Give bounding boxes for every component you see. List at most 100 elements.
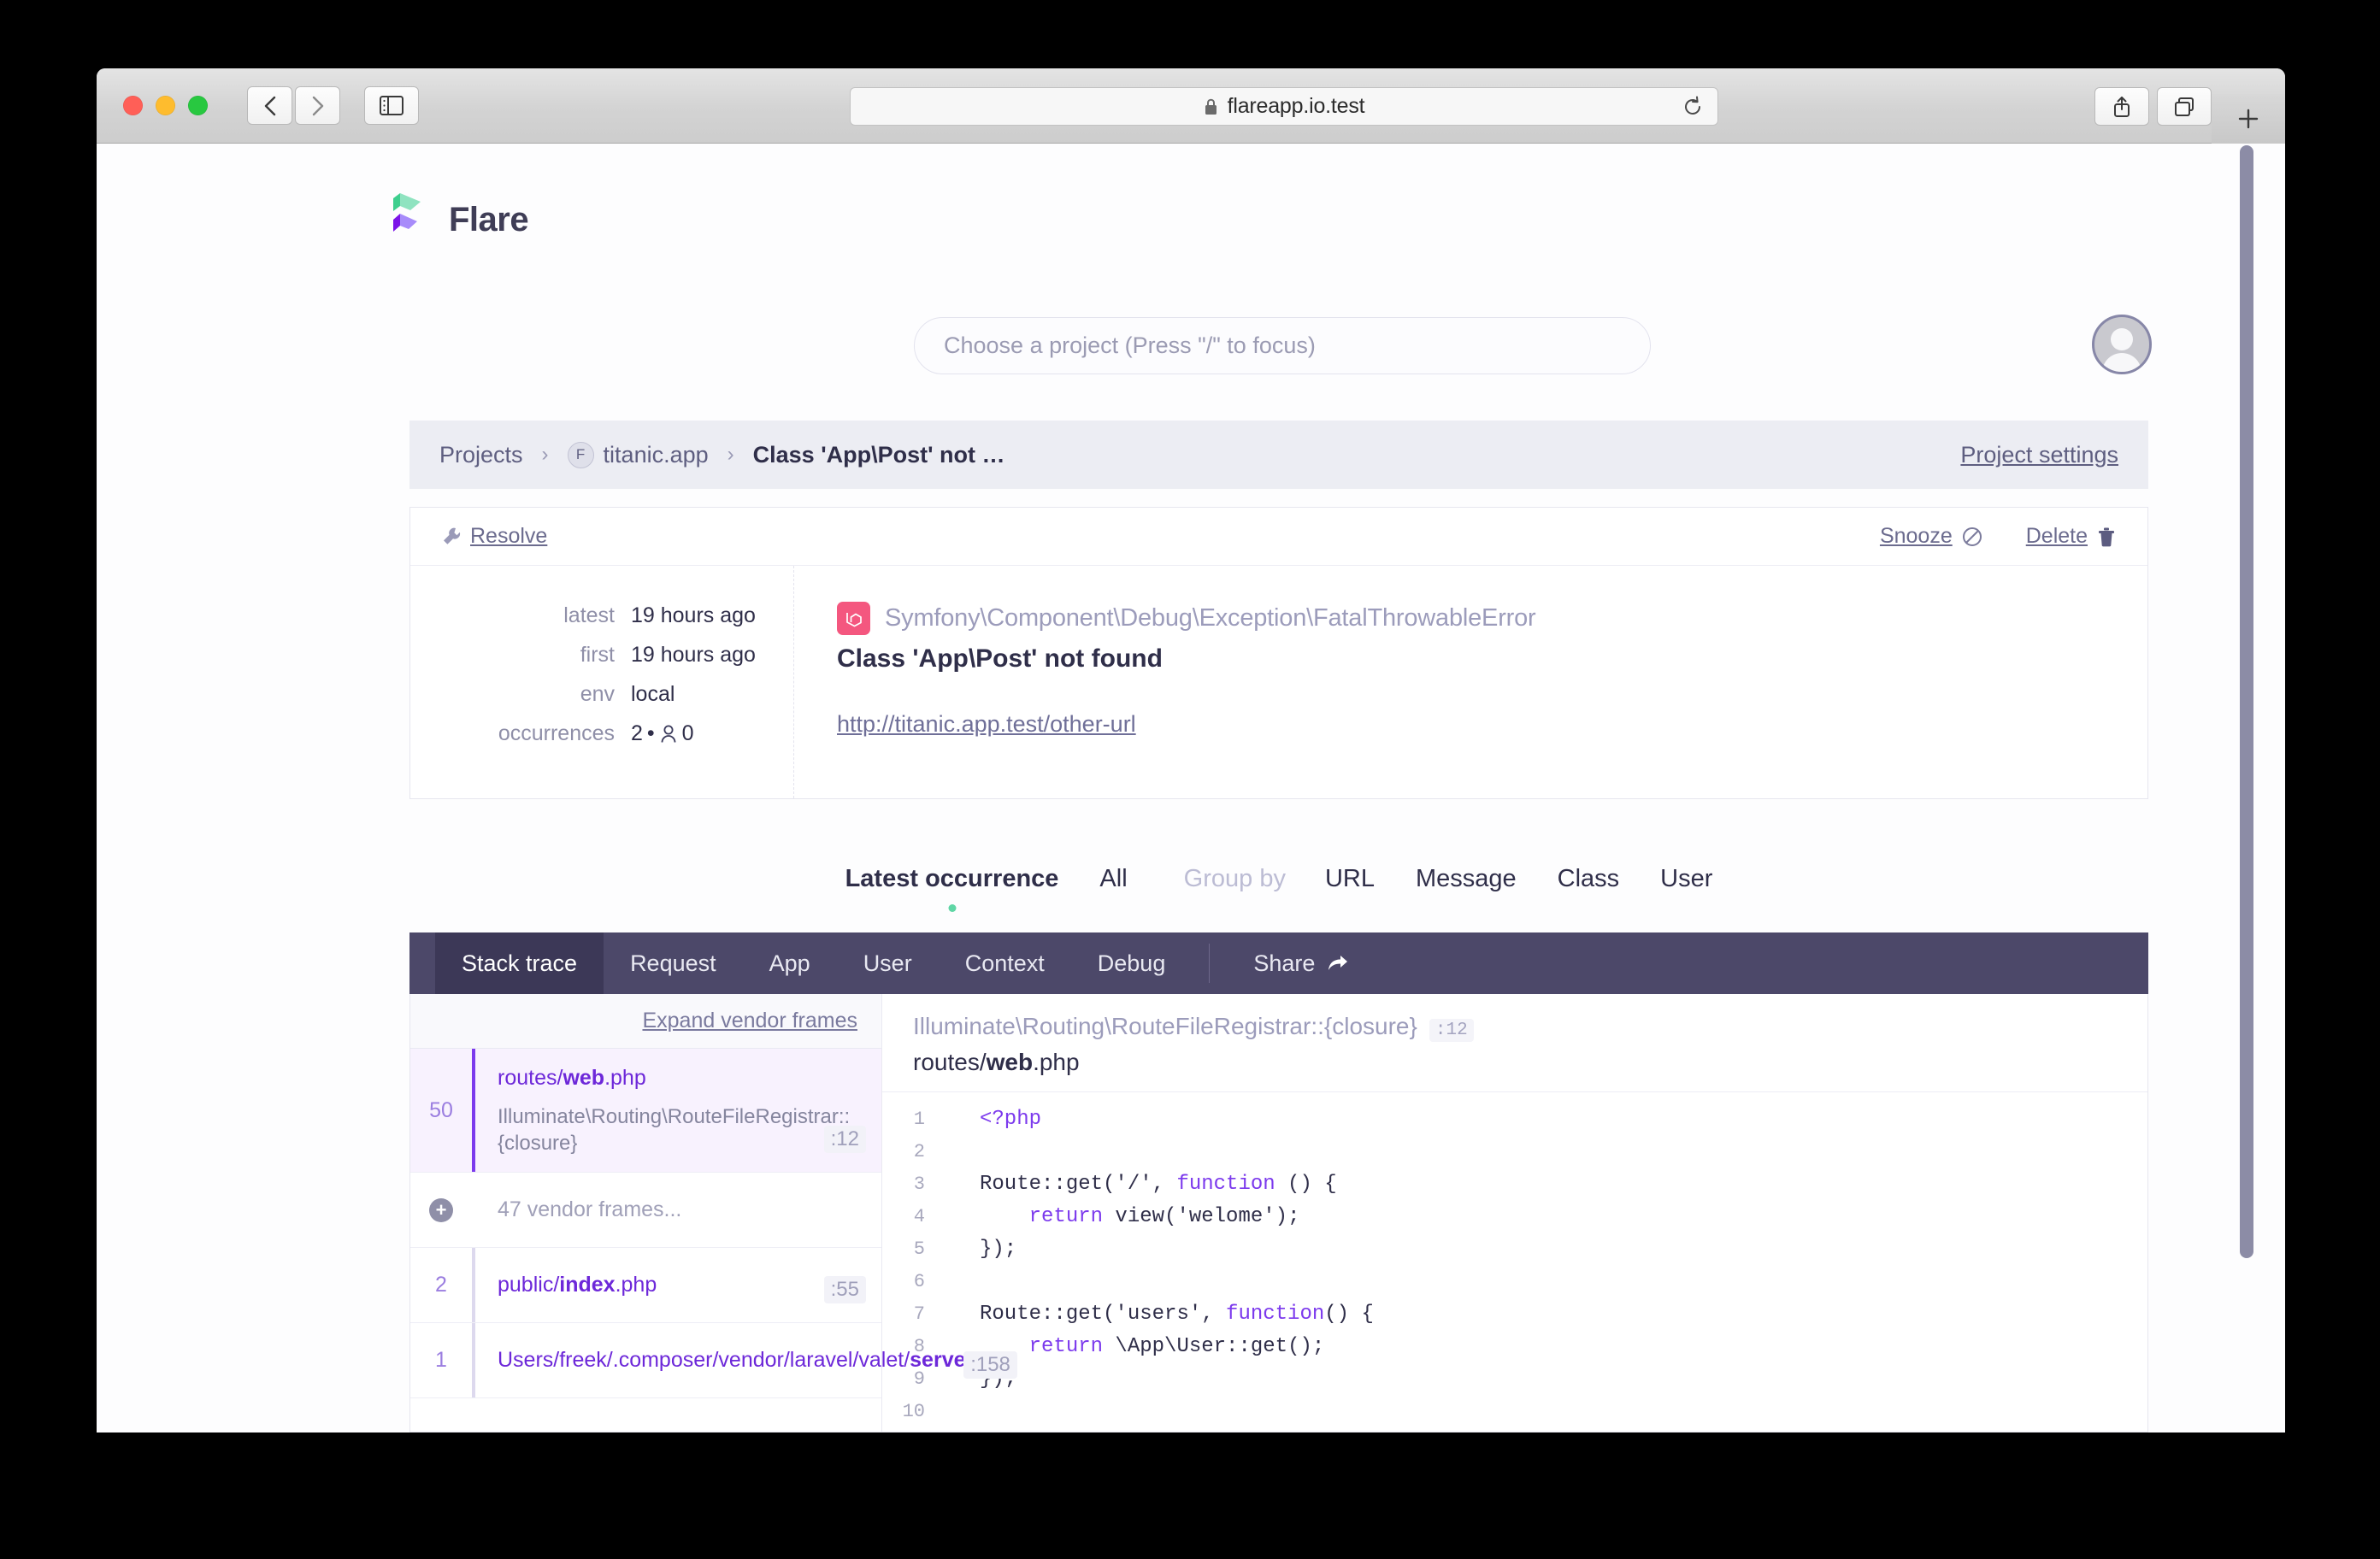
url-text: flareapp.io.test	[1227, 94, 1365, 118]
flare-logo[interactable]: Flare	[388, 193, 529, 246]
delete-button[interactable]: Delete	[2026, 524, 2117, 549]
address-bar[interactable]: flareapp.io.test	[850, 87, 1718, 126]
frame-number: 2	[435, 1273, 447, 1297]
exception-url[interactable]: http://titanic.app.test/other-url	[837, 711, 1136, 738]
back-button[interactable]	[247, 86, 292, 125]
tab-stack-trace[interactable]: Stack trace	[435, 932, 604, 994]
frame-file-name: web	[563, 1066, 605, 1090]
page-scrollbar[interactable]	[2234, 144, 2259, 1433]
lock-icon	[1205, 98, 1217, 115]
filter-latest-occurrence[interactable]: Latest occurrence	[825, 865, 1080, 912]
code-line-number: 10	[902, 1400, 925, 1422]
avatar[interactable]	[2092, 315, 2152, 374]
sidebar-toggle-icon	[380, 96, 404, 115]
error-actions-right: Snooze Delete	[1880, 524, 2117, 549]
exception-class-row: Symfony\Component\Debug\Exception\FatalT…	[837, 602, 2147, 635]
code-keyword: function	[1226, 1302, 1325, 1326]
tab-debug[interactable]: Debug	[1071, 932, 1193, 994]
frame-file-prefix: public/	[498, 1273, 560, 1297]
error-detail: Symfony\Component\Debug\Exception\FatalT…	[794, 566, 2147, 798]
frame-file-prefix: routes/	[498, 1066, 563, 1090]
vendor-frames-row[interactable]: + 47 vendor frames...	[410, 1173, 881, 1249]
vendor-frames-label: 47 vendor frames...	[498, 1197, 682, 1222]
code-line-number: 3	[913, 1173, 925, 1195]
ban-icon	[1962, 527, 1982, 546]
error-meta: latest 19 hours ago first 19 hours ago e…	[410, 566, 794, 798]
flare-logo-text: Flare	[449, 200, 529, 238]
page-viewport: Flare Projects › F titanic.app › Class '…	[97, 144, 2285, 1433]
browser-titlebar: flareapp.io.test	[97, 68, 2285, 144]
exception-class[interactable]: Symfony\Component\Debug\Exception\FatalT…	[885, 604, 1536, 632]
minimize-window-button[interactable]	[156, 96, 175, 115]
code-line-text: Route::get('users', function() {	[980, 1302, 1374, 1326]
tab-app[interactable]: App	[743, 932, 837, 994]
detail-tabs: Stack trace Request App User Context Deb…	[409, 932, 2148, 994]
frame-row[interactable]: 50 routes/web.php Illuminate\Routing\Rou…	[410, 1049, 881, 1174]
code-panel-header: Illuminate\Routing\RouteFileRegistrar::{…	[882, 994, 2147, 1092]
close-window-button[interactable]	[123, 96, 143, 115]
occurrences-label: occurrences	[498, 721, 615, 745]
frame-row[interactable]: 2 public/index.php :55	[410, 1248, 881, 1324]
frame-line-number: :158	[963, 1351, 1017, 1380]
share-tab[interactable]: Share	[1227, 932, 1376, 994]
forward-button[interactable]	[295, 86, 340, 125]
resolve-label: Resolve	[470, 524, 548, 548]
tab-request[interactable]: Request	[604, 932, 743, 994]
window-controls	[123, 96, 208, 115]
breadcrumb-project-link[interactable]: titanic.app	[604, 442, 709, 468]
group-by-user[interactable]: User	[1640, 865, 1733, 893]
code-line-text: <?php	[944, 1108, 1041, 1131]
trash-icon	[2099, 527, 2114, 546]
breadcrumb-projects[interactable]: Projects	[439, 442, 523, 468]
code-header-method-row: Illuminate\Routing\RouteFileRegistrar::{…	[913, 1013, 2147, 1042]
code-line: 7 Route::get('users', function() {	[882, 1297, 2147, 1330]
group-by-message[interactable]: Message	[1395, 865, 1537, 893]
sidebar-toggle-button[interactable]	[364, 86, 419, 125]
plus-circle-icon: +	[429, 1197, 453, 1222]
frame-file-prefix: Users/freek/.composer/vendor/laravel/val…	[498, 1348, 910, 1373]
laravel-glyph	[845, 612, 862, 627]
resolve-button[interactable]: Resolve	[441, 524, 547, 549]
project-settings-link[interactable]: Project settings	[1960, 442, 2118, 468]
vendor-expand-cell[interactable]: +	[410, 1197, 472, 1222]
meta-label: latest	[563, 603, 615, 627]
code-line-number: 1	[913, 1108, 925, 1130]
scrollbar-thumb[interactable]	[2240, 145, 2253, 1258]
tab-user[interactable]: User	[837, 932, 939, 994]
maximize-window-button[interactable]	[188, 96, 208, 115]
frame-file: public/index.php	[498, 1271, 864, 1299]
code-line-text: Route::get('/', function () {	[980, 1172, 1337, 1196]
browser-right-buttons	[2094, 87, 2212, 126]
project-search-input[interactable]	[914, 317, 1651, 374]
group-by-class[interactable]: Class	[1537, 865, 1641, 893]
user-icon	[661, 725, 676, 743]
frame-row[interactable]: 1 Users/freek/.composer/vendor/laravel/v…	[410, 1323, 1017, 1399]
avatar-body	[2102, 353, 2141, 372]
breadcrumb-project[interactable]: F titanic.app	[567, 441, 709, 468]
occurrences-count: 2	[631, 721, 643, 745]
share-button[interactable]	[2094, 87, 2149, 126]
meta-row: first 19 hours ago	[410, 643, 793, 668]
frame-method: Illuminate\Routing\RouteFileRegistrar::{…	[498, 1105, 851, 1156]
breadcrumb-current: Class 'App\Post' not …	[752, 441, 1005, 468]
group-by-url[interactable]: URL	[1305, 865, 1395, 893]
frame-content: public/index.php :55	[472, 1248, 881, 1323]
reload-button[interactable]	[1680, 94, 1705, 120]
reload-icon	[1685, 96, 1700, 115]
tab-context[interactable]: Context	[939, 932, 1071, 994]
code-header-file: routes/web.php	[913, 1049, 2147, 1076]
snooze-button[interactable]: Snooze	[1880, 524, 1983, 549]
frame-file: Users/freek/.composer/vendor/laravel/val…	[498, 1346, 1016, 1374]
new-tab-button[interactable]	[2212, 94, 2285, 144]
frame-line-number: :12	[823, 1126, 866, 1154]
laravel-icon	[837, 602, 870, 635]
users-count: 0	[681, 721, 694, 745]
error-actions-bar: Resolve Snooze Delete	[410, 508, 2147, 566]
filter-all[interactable]: All	[1079, 865, 1147, 893]
code-line: 10	[882, 1395, 2147, 1427]
expand-vendor-frames-link[interactable]: Expand vendor frames	[642, 1009, 857, 1033]
share-icon	[2114, 96, 2130, 117]
tab-overview-button[interactable]	[2157, 87, 2212, 126]
code-line: 4 return view('welome');	[882, 1200, 2147, 1232]
vendor-frames-content: 47 vendor frames...	[472, 1182, 881, 1238]
